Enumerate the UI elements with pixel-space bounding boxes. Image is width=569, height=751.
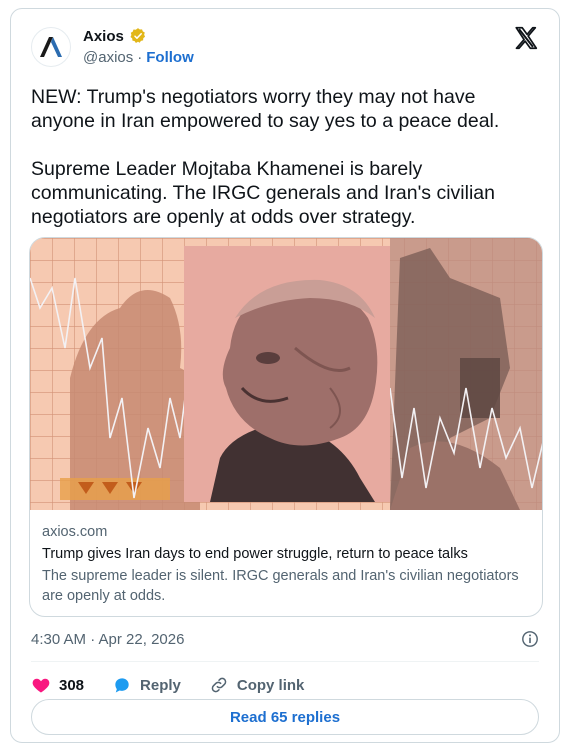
action-bar: 308 Reply Copy link: [31, 667, 304, 703]
divider: [31, 661, 539, 662]
copy-link-button[interactable]: Copy link: [209, 675, 305, 695]
author-handle[interactable]: @axios: [83, 49, 133, 66]
handle-separator: ·: [137, 49, 143, 66]
heart-icon: [32, 678, 50, 693]
reply-button[interactable]: Reply: [112, 675, 181, 695]
link-description: The supreme leader is silent. IRGC gener…: [42, 568, 519, 604]
copy-link-label: Copy link: [236, 676, 305, 694]
tweet-timestamp[interactable]: 4:30 AM · Apr 22, 2026: [31, 631, 184, 648]
verified-badge-icon: [130, 28, 145, 43]
reply-bubble-icon: [115, 678, 129, 693]
axios-logo-icon: [40, 37, 62, 57]
link-domain: axios.com: [42, 524, 108, 540]
author-handle-row: @axios · Follow: [83, 49, 194, 66]
like-button[interactable]: 308: [31, 675, 84, 695]
link-preview-card[interactable]: axios.com Trump gives Iran days to end p…: [29, 237, 543, 617]
link-title: Trump gives Iran days to end power strug…: [42, 546, 468, 562]
link-icon: [211, 677, 227, 693]
tweet-embed-card: Axios @axios · Follow NEW: Trump's negot…: [10, 8, 560, 743]
like-count: 308: [59, 676, 85, 694]
collage-illustration: [30, 238, 542, 510]
reply-label: Reply: [140, 676, 181, 694]
link-preview-image: [30, 238, 542, 510]
read-replies-button[interactable]: Read 65 replies: [31, 699, 539, 735]
tweet-header: Axios @axios · Follow: [31, 23, 539, 69]
tweet-text: NEW: Trump's negotiators worry they may …: [31, 86, 500, 228]
x-logo-icon[interactable]: [513, 25, 539, 51]
author-name-row: Axios: [83, 27, 147, 45]
author-display-name[interactable]: Axios: [83, 28, 124, 45]
follow-button[interactable]: Follow: [146, 49, 194, 66]
link-preview-meta: axios.com Trump gives Iran days to end p…: [42, 522, 530, 606]
timestamp-row: 4:30 AM · Apr 22, 2026: [31, 627, 539, 651]
info-icon[interactable]: [521, 630, 539, 648]
author-avatar[interactable]: [31, 27, 71, 67]
